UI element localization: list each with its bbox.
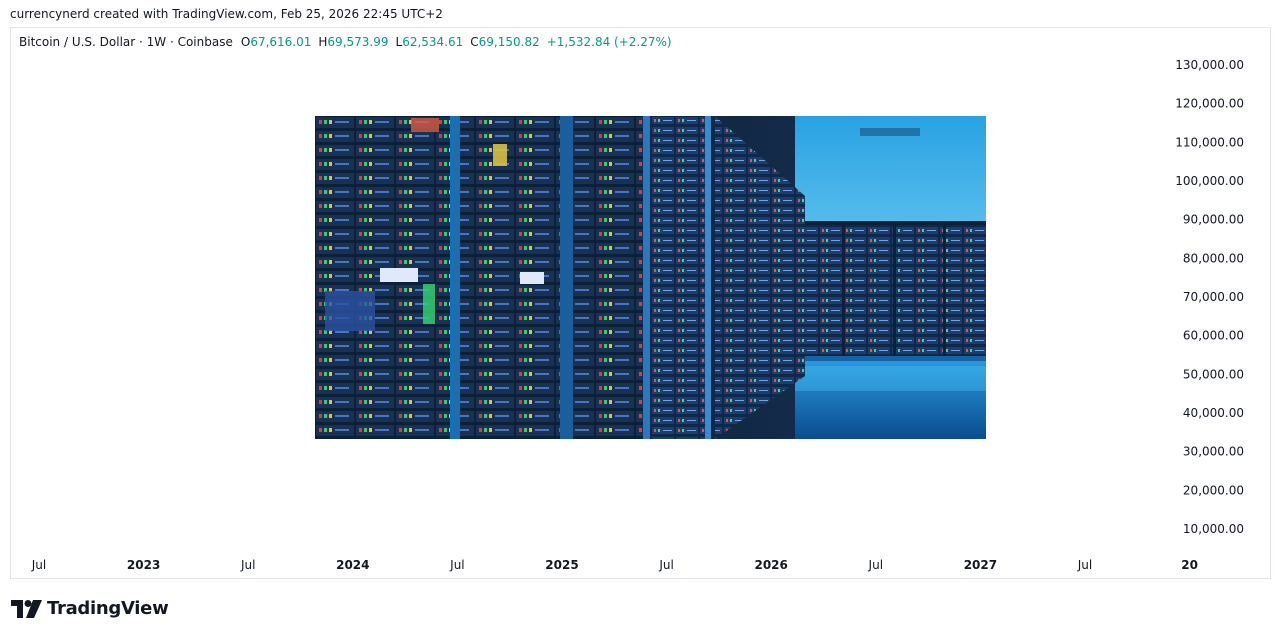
y-tick-label: 60,000.00: [1183, 329, 1244, 343]
x-tick-label: 2027: [964, 558, 997, 572]
chart-attribution: currencynerd created with TradingView.co…: [10, 7, 443, 21]
tradingview-logo[interactable]: TradingView: [11, 598, 169, 619]
y-tick-label: 40,000.00: [1183, 406, 1244, 420]
y-tick-label: 90,000.00: [1183, 213, 1244, 227]
x-tick-label: Jul: [1077, 558, 1092, 572]
x-tick-label: Jul: [449, 558, 464, 572]
y-tick-label: 50,000.00: [1183, 367, 1244, 381]
y-tick-label: 70,000.00: [1183, 290, 1244, 304]
chart-frame: 130,000.00 120,000.00 110,000.00 100,000.00…: [10, 27, 1271, 579]
y-tick-label: 30,000.00: [1183, 445, 1244, 459]
legend-symbol: Bitcoin / U.S. Dollar · 1W · Coinbase: [19, 35, 233, 49]
x-tick-label: 2024: [336, 558, 369, 572]
x-tick-label: Jul: [868, 558, 883, 572]
y-tick-label: 10,000.00: [1183, 522, 1244, 536]
legend-open: O67,616.01: [240, 35, 312, 49]
y-tick-label: 120,000.00: [1175, 97, 1244, 111]
y-tick-label: 80,000.00: [1183, 251, 1244, 265]
x-tick-label: Jul: [31, 558, 46, 572]
x-tick-label: 2025: [545, 558, 578, 572]
legend-high: H69,573.99: [318, 35, 389, 49]
tradingview-logo-icon: [11, 599, 42, 618]
y-tick-label: 110,000.00: [1175, 135, 1244, 149]
x-tick-label: Jul: [658, 558, 673, 572]
x-tick-label: 20: [1181, 558, 1198, 572]
server-room-illustration: [315, 116, 986, 439]
x-tick-label: Jul: [240, 558, 255, 572]
x-tick-label: 2026: [754, 558, 787, 572]
y-tick-label: 20,000.00: [1183, 483, 1244, 497]
y-tick-label: 130,000.00: [1175, 58, 1244, 72]
x-tick-label: 2023: [127, 558, 160, 572]
tradingview-wordmark: TradingView: [47, 598, 169, 619]
chart-legend: Bitcoin / U.S. Dollar · 1W · Coinbase O6…: [19, 35, 672, 49]
legend-close: C69,150.82: [470, 35, 540, 49]
legend-change: +1,532.84 (+2.27%): [546, 35, 672, 49]
y-tick-label: 100,000.00: [1175, 174, 1244, 188]
server-room-photo: [315, 116, 986, 439]
legend-low: L62,534.61: [395, 35, 464, 49]
